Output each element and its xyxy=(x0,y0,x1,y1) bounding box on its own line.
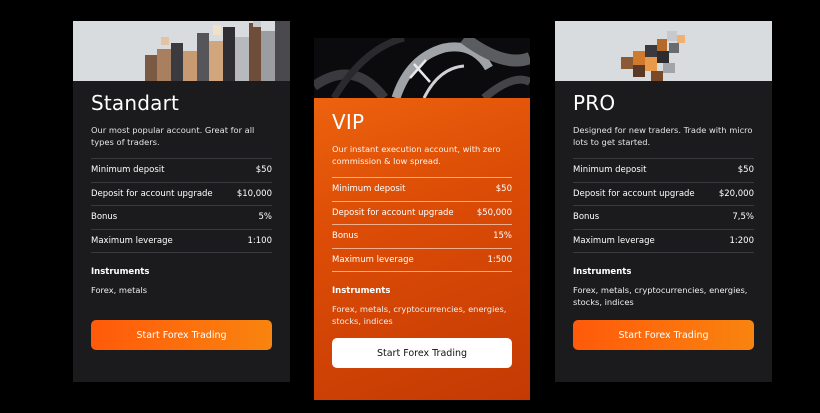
row-value: $10,000 xyxy=(236,188,272,199)
row-value: 7,5% xyxy=(732,212,754,222)
plan-details-table: Minimum deposit $50 Deposit for account u… xyxy=(332,177,512,272)
plan-description: Our most popular account. Great for all … xyxy=(91,125,255,147)
plan-details-table: Minimum deposit $50 Deposit for account u… xyxy=(573,158,754,253)
table-row: Bonus 7,5% xyxy=(573,205,754,229)
table-row: Minimum deposit $50 xyxy=(332,177,512,201)
cubes-banner-image xyxy=(73,21,290,81)
table-row: Maximum leverage 1:200 xyxy=(573,228,755,253)
row-label: Bonus xyxy=(91,212,118,222)
row-value: $50 xyxy=(495,184,512,194)
row-value: $50,000 xyxy=(476,207,512,218)
plan-card-content: VIP Our instant execution account, with … xyxy=(332,110,512,327)
row-label: Deposit for account upgrade xyxy=(573,188,695,199)
start-trading-button[interactable]: Start Forex Trading xyxy=(332,338,512,368)
table-row: Maximum leverage 1:100 xyxy=(91,228,273,253)
instruments-list: Forex, metals xyxy=(91,285,148,295)
table-row: Deposit for account upgrade $50,000 xyxy=(332,200,512,225)
row-label: Bonus xyxy=(332,231,359,241)
row-label: Maximum leverage xyxy=(573,235,655,246)
row-value: 5% xyxy=(258,212,273,222)
row-label: Deposit for account upgrade xyxy=(91,188,213,199)
plan-card-content: Standart Our most popular account. Great… xyxy=(91,91,272,297)
table-row: Bonus 15% xyxy=(332,224,512,248)
table-row: Minimum deposit $50 xyxy=(91,158,272,182)
instruments-list: Forex, metals, cryptocurrencies, energie… xyxy=(332,304,507,326)
row-value: 1:200 xyxy=(729,235,755,246)
start-trading-button[interactable]: Start Forex Trading xyxy=(91,320,272,350)
row-label: Maximum leverage xyxy=(332,254,414,265)
plan-card-standart: Standart Our most popular account. Great… xyxy=(73,21,290,382)
instruments-heading: Instruments xyxy=(332,286,391,296)
row-label: Deposit for account upgrade xyxy=(332,207,454,218)
row-value: $20,000 xyxy=(718,188,754,199)
plan-title: Standart xyxy=(91,91,180,115)
plan-details-table: Minimum deposit $50 Deposit for account u… xyxy=(91,158,272,253)
row-label: Minimum deposit xyxy=(91,165,165,175)
table-row: Bonus 5% xyxy=(91,205,272,229)
instruments-heading: Instruments xyxy=(573,267,632,277)
plan-card-content: PRO Designed for new traders. Trade with… xyxy=(573,91,754,308)
plan-description: Designed for new traders. Trade with mic… xyxy=(573,125,753,147)
table-row: Deposit for account upgrade $10,000 xyxy=(91,181,272,206)
table-row: Minimum deposit $50 xyxy=(573,158,754,182)
instruments-heading: Instruments xyxy=(91,267,150,277)
row-value: 1:100 xyxy=(247,235,273,246)
row-label: Maximum leverage xyxy=(91,235,173,246)
start-trading-button[interactable]: Start Forex Trading xyxy=(573,320,754,350)
plan-title: PRO xyxy=(573,91,616,115)
plan-title: VIP xyxy=(332,110,365,134)
abstract-3d-banner-image xyxy=(314,38,530,98)
plan-description: Our instant execution account, with zero… xyxy=(332,144,501,166)
row-value: 15% xyxy=(493,231,512,241)
plan-card-pro: PRO Designed for new traders. Trade with… xyxy=(555,21,772,382)
cubes-banner-image xyxy=(555,21,772,81)
plan-card-vip: VIP Our instant execution account, with … xyxy=(314,38,530,400)
table-row: Maximum leverage 1:500 xyxy=(332,247,513,272)
row-value: $50 xyxy=(255,165,272,175)
instruments-list: Forex, metals, cryptocurrencies, energie… xyxy=(573,285,748,307)
row-value: $50 xyxy=(737,165,754,175)
row-label: Minimum deposit xyxy=(573,165,647,175)
row-label: Minimum deposit xyxy=(332,184,406,194)
table-row: Deposit for account upgrade $20,000 xyxy=(573,181,754,206)
row-label: Bonus xyxy=(573,212,600,222)
row-value: 1:500 xyxy=(487,254,513,265)
